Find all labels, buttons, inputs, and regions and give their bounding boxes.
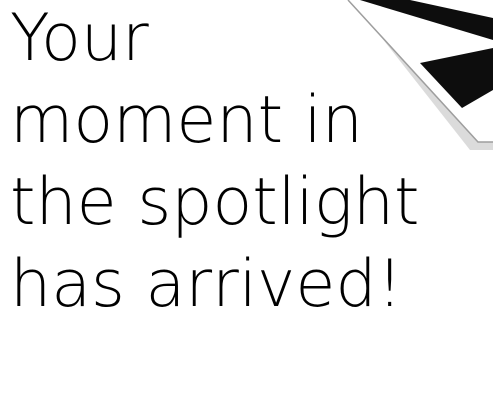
headline-line-2: moment in — [10, 83, 363, 158]
headline-line-1: Your — [10, 1, 149, 76]
spotlight-card: Your moment in the spotlight has arrived… — [0, 0, 493, 418]
headline: Your moment in the spotlight has arrived… — [10, 0, 490, 326]
headline-line-3: the spotlight — [10, 165, 420, 240]
headline-line-4: has arrived! — [10, 247, 403, 322]
